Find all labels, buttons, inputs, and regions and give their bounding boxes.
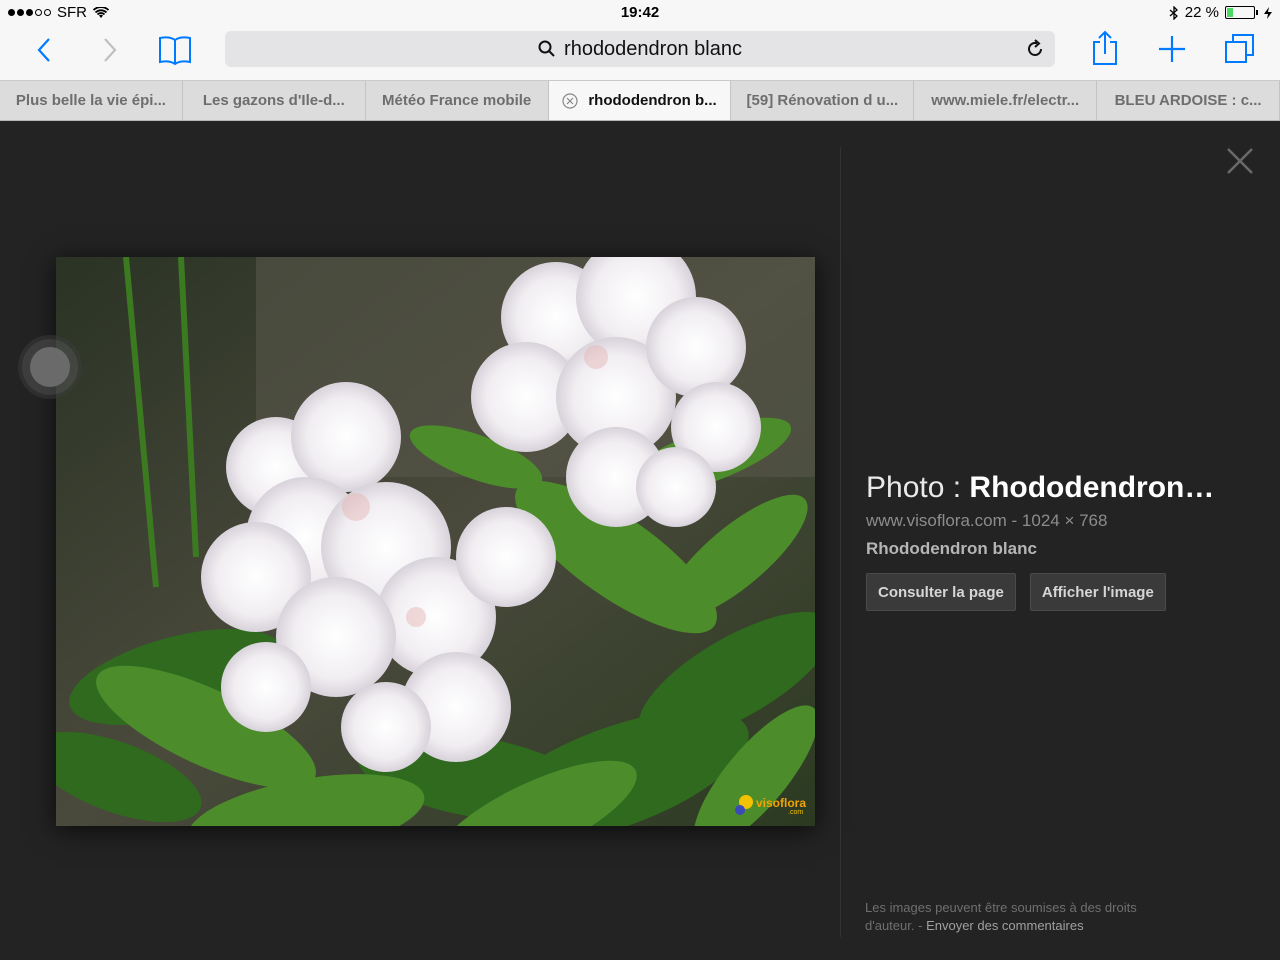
image-dimensions: 1024 × 768 bbox=[1021, 511, 1108, 530]
clock: 19:42 bbox=[620, 4, 660, 21]
watermark-sub: .com bbox=[788, 809, 803, 816]
chevron-left-icon bbox=[37, 38, 50, 62]
reload-icon bbox=[1028, 39, 1042, 56]
close-viewer-button[interactable] bbox=[1224, 145, 1256, 182]
tab-label: Plus belle la vie épi... bbox=[15, 92, 166, 109]
tab-label: BLEU ARDOISE : c... bbox=[1114, 92, 1262, 109]
tab-rhododendron-active[interactable]: rhododendron b... bbox=[548, 81, 732, 120]
title-prefix: Photo : bbox=[866, 471, 970, 504]
charging-icon bbox=[1264, 6, 1272, 19]
tab-bar: Plus belle la vie épi... Les gazons d'Il… bbox=[0, 80, 1280, 121]
new-tab-button[interactable] bbox=[1155, 32, 1189, 66]
image-title: Photo : Rhododendron… bbox=[866, 471, 1226, 505]
panel-divider bbox=[840, 147, 841, 937]
battery-percent: 22 % bbox=[1184, 4, 1219, 21]
address-bar[interactable]: rhododendron blanc bbox=[225, 31, 1055, 67]
share-icon bbox=[1093, 30, 1117, 65]
book-icon bbox=[159, 36, 191, 66]
image-caption: Rhododendron blanc bbox=[866, 539, 1037, 558]
tab-bleu-ardoise[interactable]: BLEU ARDOISE : c... bbox=[1097, 81, 1280, 120]
back-button[interactable] bbox=[30, 36, 58, 64]
plus-icon bbox=[1159, 36, 1185, 62]
bluetooth-icon bbox=[1169, 5, 1178, 20]
visit-page-button[interactable]: Consulter la page bbox=[866, 573, 1016, 611]
close-circle-icon bbox=[562, 92, 578, 109]
image-source: www.visoflora.com bbox=[866, 511, 1007, 530]
close-icon bbox=[1227, 148, 1253, 174]
meta-separator: - bbox=[1011, 511, 1018, 530]
rhododendron-photo[interactable]: visoflora .com bbox=[56, 257, 815, 826]
feedback-link[interactable]: Envoyer des commentaires bbox=[926, 918, 1084, 933]
tab-label: Météo France mobile bbox=[382, 92, 532, 109]
close-tab-button[interactable] bbox=[562, 92, 578, 109]
tab-label: www.miele.fr/electr... bbox=[931, 92, 1080, 109]
tab-gazons[interactable]: Les gazons d'Ile-d... bbox=[183, 81, 366, 120]
tabs-icon bbox=[1225, 34, 1254, 63]
battery-icon bbox=[1225, 6, 1255, 19]
copyright-footer: Les images peuvent être soumises à des d… bbox=[865, 899, 1185, 935]
forward-button[interactable] bbox=[96, 36, 124, 64]
search-query: rhododendron blanc bbox=[564, 37, 742, 60]
title-bold: Rhododendron… bbox=[969, 471, 1215, 504]
toolbar: rhododendron blanc bbox=[0, 26, 1280, 80]
tab-label: rhododendron b... bbox=[588, 92, 717, 109]
image-info-panel: Photo : Rhododendron… www.visoflora.com … bbox=[866, 471, 1226, 611]
tab-label: [59] Rénovation d u... bbox=[746, 92, 899, 109]
status-bar: SFR 19:42 22 % bbox=[0, 0, 1280, 26]
tab-renovation[interactable]: [59] Rénovation d u... bbox=[731, 81, 915, 120]
tabs-overview-button[interactable] bbox=[1222, 30, 1258, 66]
photo-image: visoflora .com bbox=[56, 257, 815, 826]
reload-button[interactable] bbox=[1025, 39, 1045, 64]
tab-meteo-france[interactable]: Météo France mobile bbox=[366, 81, 549, 120]
tab-plus-belle-la-vie[interactable]: Plus belle la vie épi... bbox=[0, 81, 183, 120]
tab-miele[interactable]: www.miele.fr/electr... bbox=[914, 81, 1098, 120]
image-meta: www.visoflora.com - 1024 × 768 bbox=[866, 511, 1226, 531]
image-viewer: visoflora .com Photo : Rhododendron… www… bbox=[0, 121, 1280, 960]
chevron-right-icon bbox=[104, 38, 117, 62]
tab-label: Les gazons d'Ile-d... bbox=[202, 92, 345, 109]
view-image-button[interactable]: Afficher l'image bbox=[1029, 573, 1166, 611]
watermark: visoflora bbox=[756, 796, 806, 810]
share-button[interactable] bbox=[1088, 28, 1122, 68]
bookmarks-button[interactable] bbox=[155, 32, 195, 68]
search-icon bbox=[538, 40, 555, 57]
browser-chrome: SFR 19:42 22 % rhododendron blanc Plus b… bbox=[0, 0, 1280, 121]
footer-separator: - bbox=[918, 918, 923, 933]
assistive-touch-button[interactable] bbox=[22, 339, 78, 395]
